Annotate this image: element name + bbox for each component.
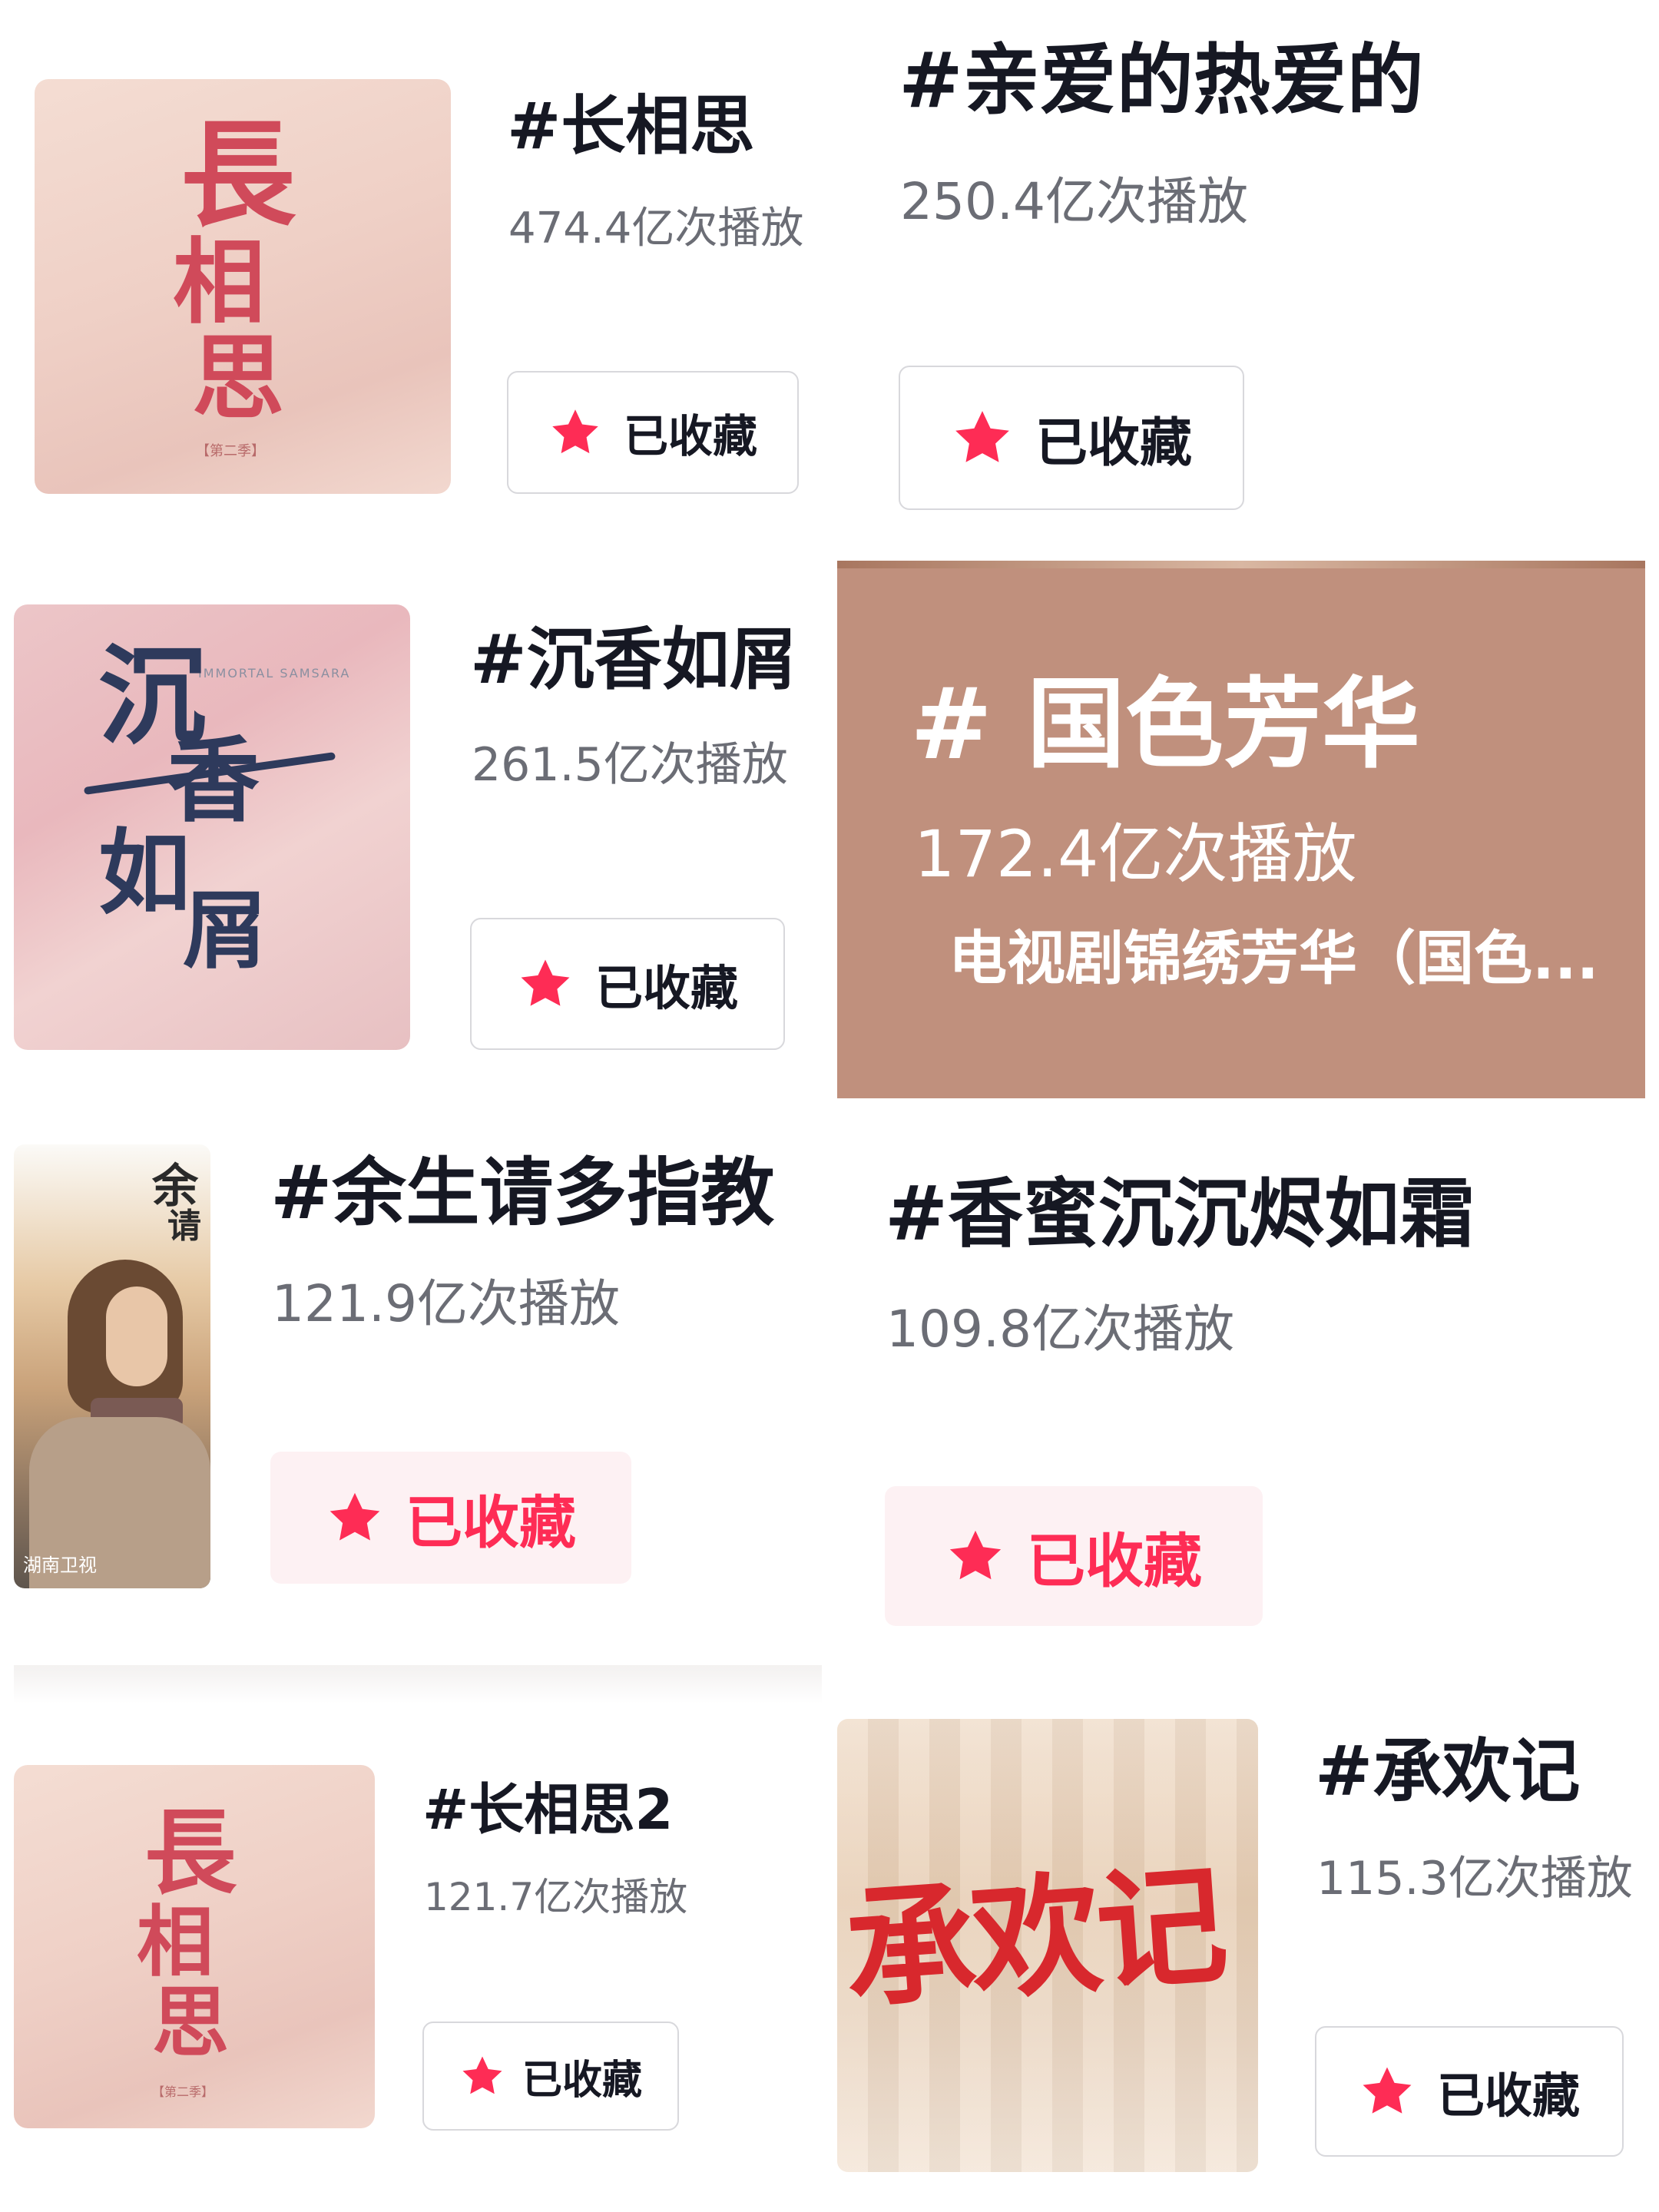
collected-button[interactable]: 已收藏 bbox=[1315, 2026, 1624, 2157]
hashtag-title[interactable]: #沉香如屑 bbox=[470, 626, 797, 694]
divider bbox=[14, 1665, 822, 1704]
poster-image[interactable]: IMMORTAL SAMSARA 沉 香 如 屑 bbox=[14, 604, 410, 1050]
drama-card[interactable]: 承欢记 #承欢记 115.3亿次播放 已收藏 bbox=[830, 1705, 1659, 2212]
poster-calligraphy: 相 bbox=[173, 228, 265, 336]
hashtag-title[interactable]: #余生请多指教 bbox=[270, 1156, 774, 1230]
collected-label: 已收藏 bbox=[623, 410, 757, 462]
star-icon bbox=[548, 406, 602, 459]
description: 电视剧锦绣芳华（国色... bbox=[949, 924, 1599, 992]
poster-subtitle: IMMORTAL SAMSARA bbox=[198, 666, 351, 680]
poster-calligraphy: 余 bbox=[152, 1160, 198, 1214]
drama-card[interactable]: 長 相 思 【第二季】 #长相思2 121.7亿次播放 已收藏 bbox=[0, 1705, 830, 2212]
collected-label: 已收藏 bbox=[522, 2057, 642, 2104]
poster-image[interactable]: 余 请 湖南卫视 bbox=[14, 1144, 210, 1588]
hashtag-title[interactable]: #香蜜沉沉烬如霜 bbox=[885, 1177, 1475, 1252]
drama-card[interactable]: 長 相 思 【第二季】 #长相思 474.4亿次播放 已收藏 bbox=[0, 0, 830, 538]
actress-face bbox=[106, 1286, 167, 1386]
play-count: 109.8亿次播放 bbox=[886, 1300, 1234, 1359]
collected-button[interactable]: 已收藏 bbox=[270, 1452, 631, 1584]
poster-image[interactable]: 承欢记 bbox=[837, 1719, 1258, 2172]
star-icon bbox=[326, 1488, 384, 1547]
collected-label: 已收藏 bbox=[594, 960, 738, 1016]
star-icon bbox=[459, 2053, 505, 2099]
collected-label: 已收藏 bbox=[1035, 412, 1192, 474]
play-count: 121.7亿次播放 bbox=[424, 1875, 688, 1919]
hashtag-title[interactable]: # 国色芳华 bbox=[910, 676, 1420, 774]
poster-image[interactable]: 長 相 思 【第二季】 bbox=[35, 79, 451, 494]
star-icon bbox=[517, 955, 574, 1012]
poster-calligraphy: 请 bbox=[167, 1207, 201, 1246]
poster-seal: 【第二季】 bbox=[196, 443, 265, 459]
poster-calligraphy: 如 bbox=[98, 819, 190, 927]
hashtag-title[interactable]: #长相思2 bbox=[422, 1782, 673, 1837]
drama-card[interactable]: IMMORTAL SAMSARA 沉 香 如 屑 #沉香如屑 261.5亿次播放… bbox=[0, 561, 830, 1083]
star-icon bbox=[1359, 2063, 1416, 2120]
hashtag-title[interactable]: #长相思 bbox=[507, 94, 754, 158]
collected-button[interactable]: 已收藏 bbox=[885, 1486, 1263, 1626]
poster-image[interactable]: 長 相 思 【第二季】 bbox=[14, 1765, 375, 2128]
hashtag-title[interactable]: #承欢记 bbox=[1315, 1737, 1580, 1806]
drama-card[interactable]: 余 请 湖南卫视 #余生请多指教 121.9亿次播放 已收藏 bbox=[0, 1121, 830, 1628]
poster-calligraphy: 長 bbox=[144, 1799, 237, 1907]
play-count: 261.5亿次播放 bbox=[472, 738, 788, 792]
drama-card[interactable]: #亲爱的热爱的 250.4亿次播放 已收藏 bbox=[830, 0, 1659, 538]
play-count: 474.4亿次播放 bbox=[508, 204, 804, 253]
collected-button[interactable]: 已收藏 bbox=[899, 366, 1244, 510]
collected-button[interactable]: 已收藏 bbox=[470, 918, 785, 1050]
poster-calligraphy: 屑 bbox=[183, 881, 267, 980]
poster-calligraphy: 承欢记 bbox=[839, 1848, 1228, 2028]
collected-button[interactable]: 已收藏 bbox=[507, 371, 799, 494]
play-count: 172.4亿次播放 bbox=[914, 816, 1357, 892]
play-count: 121.9亿次播放 bbox=[272, 1274, 620, 1333]
star-icon bbox=[945, 1526, 1005, 1586]
poster-seal: 【第二季】 bbox=[152, 2085, 214, 2099]
collected-label: 已收藏 bbox=[406, 1489, 576, 1556]
drama-card-highlighted[interactable]: # 国色芳华 172.4亿次播放 电视剧锦绣芳华（国色... bbox=[837, 561, 1645, 1098]
collected-button[interactable]: 已收藏 bbox=[422, 2022, 679, 2131]
collected-label: 已收藏 bbox=[1027, 1527, 1202, 1595]
play-count: 250.4亿次播放 bbox=[900, 172, 1248, 231]
poster-calligraphy: 思 bbox=[152, 1977, 229, 2068]
channel-label: 湖南卫视 bbox=[23, 1555, 97, 1576]
poster-calligraphy: 相 bbox=[137, 1896, 214, 1987]
play-count: 115.3亿次播放 bbox=[1316, 1852, 1633, 1906]
star-icon bbox=[951, 406, 1014, 469]
drama-card[interactable]: #香蜜沉沉烬如霜 109.8亿次播放 已收藏 bbox=[830, 1121, 1659, 1644]
poster-calligraphy: 思 bbox=[192, 324, 284, 432]
hashtag-title[interactable]: #亲爱的热爱的 bbox=[899, 42, 1424, 119]
top-strip bbox=[837, 561, 1645, 568]
collected-label: 已收藏 bbox=[1436, 2068, 1580, 2124]
poster-calligraphy: 長 bbox=[180, 108, 296, 243]
